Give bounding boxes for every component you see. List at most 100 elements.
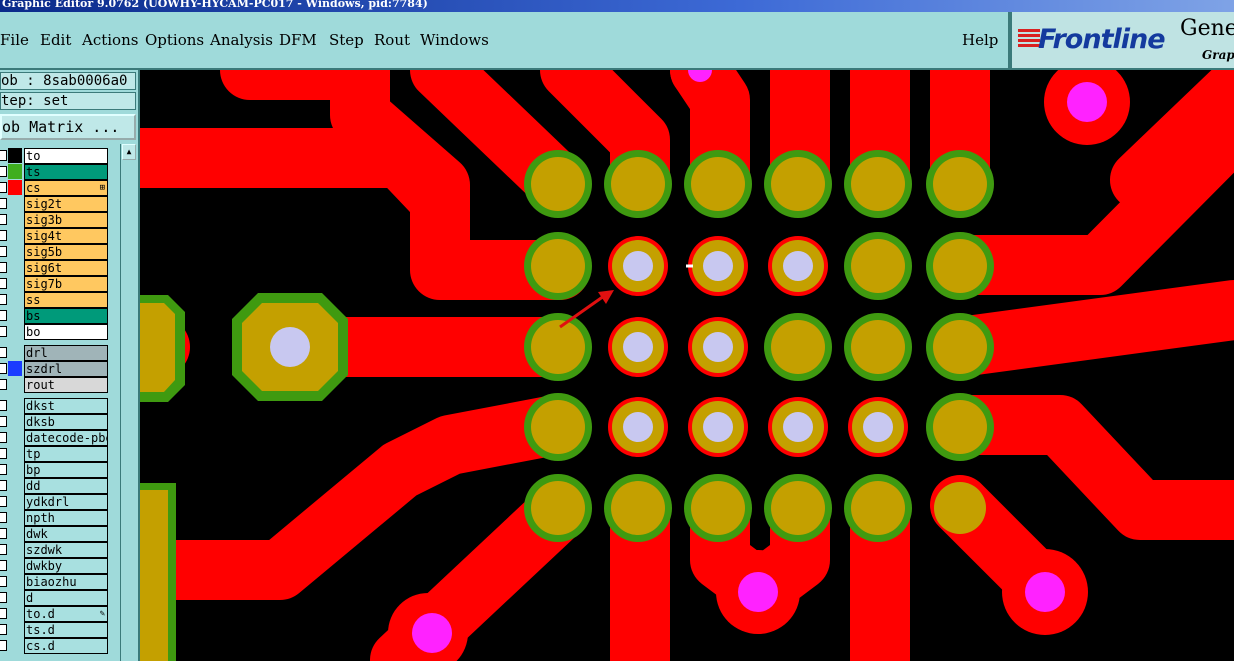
layer-name[interactable]: biaozhu <box>24 574 108 590</box>
graphic-canvas[interactable] <box>140 70 1234 661</box>
layer-checkbox[interactable] <box>0 496 7 507</box>
layer-name[interactable]: ts.d <box>24 622 108 638</box>
layer-row-dd[interactable]: dd <box>0 478 118 494</box>
layer-name[interactable]: sig6t <box>24 260 108 276</box>
layer-row-sig3b[interactable]: sig3b <box>0 212 118 228</box>
layer-name[interactable]: dd <box>24 478 108 494</box>
menu-edit[interactable]: Edit <box>40 31 71 49</box>
layer-row-sig5b[interactable]: sig5b <box>0 244 118 260</box>
layer-name[interactable]: szdwk <box>24 542 108 558</box>
layer-name[interactable]: sig2t <box>24 196 108 212</box>
layer-name[interactable]: npth <box>24 510 108 526</box>
menu-actions[interactable]: Actions <box>82 31 138 49</box>
layer-name[interactable]: sig7b <box>24 276 108 292</box>
layer-row-sig2t[interactable]: sig2t <box>0 196 118 212</box>
layer-name[interactable]: sig3b <box>24 212 108 228</box>
layer-name[interactable]: cs.d <box>24 638 108 654</box>
layer-name[interactable]: ts <box>24 164 108 180</box>
layer-name[interactable]: szdrl <box>24 361 108 377</box>
layer-checkbox[interactable] <box>0 560 7 571</box>
layer-name[interactable]: tp <box>24 446 108 462</box>
layer-row-bo[interactable]: bo <box>0 324 118 340</box>
layer-name[interactable]: d <box>24 590 108 606</box>
layer-row-ydkdrl[interactable]: ydkdrl <box>0 494 118 510</box>
layer-row-tp[interactable]: tp <box>0 446 118 462</box>
layer-row-szdrl[interactable]: szdrl <box>0 361 118 377</box>
layer-checkbox[interactable] <box>0 246 7 257</box>
layer-checkbox[interactable] <box>0 278 7 289</box>
layer-row-cs-d[interactable]: cs.d <box>0 638 118 654</box>
layer-checkbox[interactable] <box>0 262 7 273</box>
layer-name[interactable]: sig5b <box>24 244 108 260</box>
layer-checkbox[interactable] <box>0 214 7 225</box>
layer-row-to-d[interactable]: to.d ✎ <box>0 606 118 622</box>
layer-name[interactable]: cs ⊞ <box>24 180 108 196</box>
layer-name[interactable]: bs <box>24 308 108 324</box>
layer-row-biaozhu[interactable]: biaozhu <box>0 574 118 590</box>
layer-name[interactable]: dksb <box>24 414 108 430</box>
layer-row-dwkby[interactable]: dwkby <box>0 558 118 574</box>
layer-name[interactable]: rout <box>24 377 108 393</box>
layer-name[interactable]: drl <box>24 345 108 361</box>
layer-row-to[interactable]: to <box>0 148 118 164</box>
layer-row-drl[interactable]: drl <box>0 345 118 361</box>
layer-name[interactable]: bo <box>24 324 108 340</box>
layer-checkbox[interactable] <box>0 363 7 374</box>
menu-analysis[interactable]: Analysis <box>210 31 273 49</box>
layer-checkbox[interactable] <box>0 528 7 539</box>
layer-row-d[interactable]: d <box>0 590 118 606</box>
layer-checkbox[interactable] <box>0 624 7 635</box>
layer-row-sig4t[interactable]: sig4t <box>0 228 118 244</box>
layer-checkbox[interactable] <box>0 230 7 241</box>
layer-checkbox[interactable] <box>0 464 7 475</box>
layer-name[interactable]: dkst <box>24 398 108 414</box>
menu-windows[interactable]: Windows <box>420 31 489 49</box>
layer-row-ts[interactable]: ts <box>0 164 118 180</box>
layer-row-dksb[interactable]: dksb <box>0 414 118 430</box>
layer-row-datecode-pbe[interactable]: datecode-pbe <box>0 430 118 446</box>
layer-checkbox[interactable] <box>0 310 7 321</box>
layer-row-npth[interactable]: npth <box>0 510 118 526</box>
layer-checkbox[interactable] <box>0 150 7 161</box>
layer-row-szdwk[interactable]: szdwk <box>0 542 118 558</box>
menu-help[interactable]: Help <box>962 31 998 49</box>
layer-row-rout[interactable]: rout <box>0 377 118 393</box>
layer-scrollbar[interactable]: ▲ <box>120 144 136 661</box>
layer-row-sig7b[interactable]: sig7b <box>0 276 118 292</box>
layer-checkbox[interactable] <box>0 448 7 459</box>
layer-checkbox[interactable] <box>0 379 7 390</box>
scroll-up-icon[interactable]: ▲ <box>122 144 136 160</box>
job-matrix-button[interactable]: ob Matrix ... <box>0 114 136 140</box>
layer-checkbox[interactable] <box>0 347 7 358</box>
layer-row-dwk[interactable]: dwk <box>0 526 118 542</box>
layer-checkbox[interactable] <box>0 294 7 305</box>
layer-checkbox[interactable] <box>0 182 7 193</box>
layer-checkbox[interactable] <box>0 592 7 603</box>
menu-options[interactable]: Options <box>145 31 204 49</box>
layer-checkbox[interactable] <box>0 400 7 411</box>
layer-checkbox[interactable] <box>0 198 7 209</box>
layer-checkbox[interactable] <box>0 608 7 619</box>
layer-row-cs[interactable]: cs ⊞ <box>0 180 118 196</box>
layer-name[interactable]: dwk <box>24 526 108 542</box>
layer-name[interactable]: bp <box>24 462 108 478</box>
layer-checkbox[interactable] <box>0 166 7 177</box>
layer-name[interactable]: to <box>24 148 108 164</box>
menu-step[interactable]: Step <box>329 31 364 49</box>
layer-name[interactable]: ss <box>24 292 108 308</box>
layer-checkbox[interactable] <box>0 512 7 523</box>
layer-name[interactable]: sig4t <box>24 228 108 244</box>
layer-row-ts-d[interactable]: ts.d <box>0 622 118 638</box>
menu-rout[interactable]: Rout <box>374 31 410 49</box>
layer-row-bs[interactable]: bs <box>0 308 118 324</box>
layer-row-sig6t[interactable]: sig6t <box>0 260 118 276</box>
menu-file[interactable]: File <box>0 31 29 49</box>
layer-checkbox[interactable] <box>0 640 7 651</box>
layer-name[interactable]: datecode-pbe <box>24 430 108 446</box>
layer-row-dkst[interactable]: dkst <box>0 398 118 414</box>
layer-checkbox[interactable] <box>0 432 7 443</box>
menu-dfm[interactable]: DFM <box>279 31 317 49</box>
layer-name[interactable]: to.d ✎ <box>24 606 108 622</box>
layer-checkbox[interactable] <box>0 480 7 491</box>
layer-row-ss[interactable]: ss <box>0 292 118 308</box>
